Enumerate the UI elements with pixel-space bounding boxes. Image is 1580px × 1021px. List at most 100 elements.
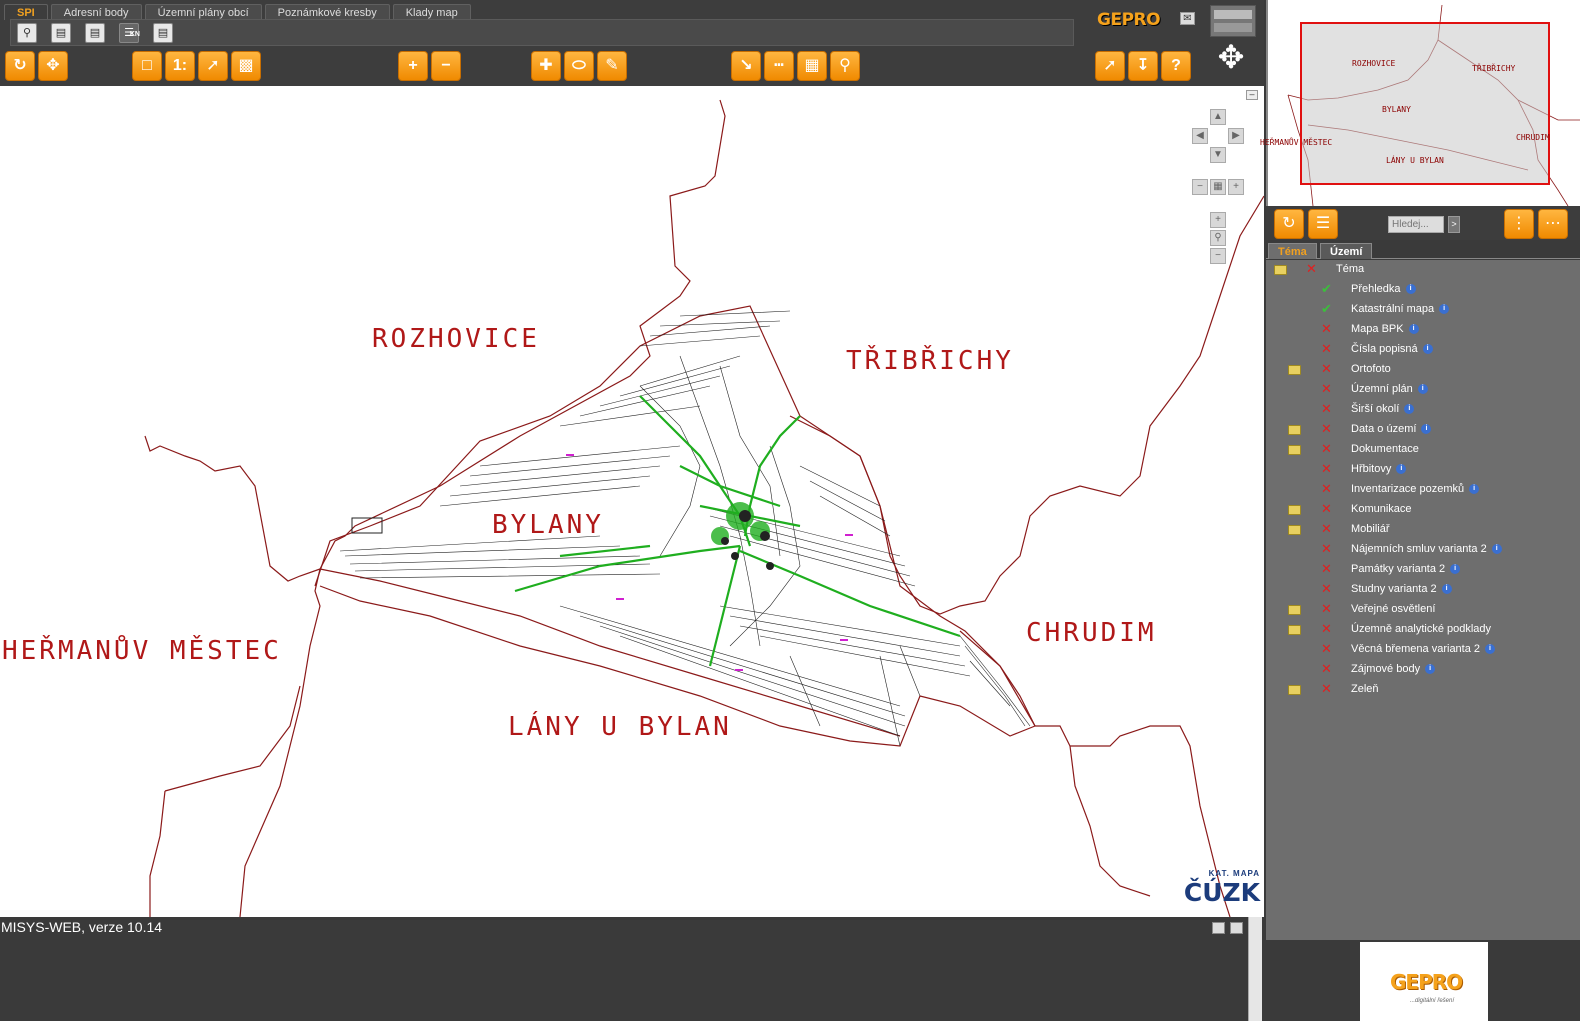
map-canvas[interactable]: ROZHOVICE TŘIBŘICHY BYLANY HEŘMANŮV MĚST… xyxy=(0,86,1264,917)
scale-icon[interactable]: 1: xyxy=(165,51,195,81)
report-icon[interactable]: ▤ xyxy=(153,23,173,43)
layer-item[interactable]: ✕ Zeleň xyxy=(1266,680,1580,700)
zoom-out-small-icon[interactable]: − xyxy=(1192,179,1208,195)
layer-item[interactable]: ✔ Přehledka i xyxy=(1266,280,1580,300)
draw-polygon-icon[interactable]: ⬭ xyxy=(564,51,594,81)
zoom-extent-icon[interactable]: □ xyxy=(132,51,162,81)
tab-adresni-body[interactable]: Adresní body xyxy=(50,4,142,20)
help-icon[interactable]: ? xyxy=(1161,51,1191,81)
layer-item[interactable]: ✕ Památky varianta 2i xyxy=(1266,560,1580,580)
pan-left-icon[interactable]: ◀ xyxy=(1192,128,1208,144)
measure-distance-icon[interactable]: ┅ xyxy=(764,51,794,81)
layer-item[interactable]: ✕ Hřbitovy i xyxy=(1266,460,1580,480)
folder-icon[interactable] xyxy=(1288,525,1301,535)
layer-item[interactable]: ✕ Studny varianta 2i xyxy=(1266,580,1580,600)
zoom-in-small-icon[interactable]: + xyxy=(1228,179,1244,195)
layer-item[interactable]: ✕ Územně analytické podklady xyxy=(1266,620,1580,640)
hidden-cross-icon[interactable]: ✕ xyxy=(1321,401,1332,417)
save-icon[interactable]: ↧ xyxy=(1128,51,1158,81)
layer-item[interactable]: ✕ Mapa BPK i xyxy=(1266,320,1580,340)
tab-spi[interactable]: SPI xyxy=(4,4,48,20)
tab-klady-map[interactable]: Klady map xyxy=(392,4,471,20)
hidden-cross-icon[interactable]: ✕ xyxy=(1321,541,1332,557)
hidden-cross-icon[interactable]: ✕ xyxy=(1321,641,1332,657)
info-icon[interactable]: i xyxy=(1405,284,1416,295)
pan-right-icon[interactable]: ▶ xyxy=(1228,128,1244,144)
hidden-cross-icon[interactable]: ✕ xyxy=(1321,681,1332,697)
hidden-cross-icon[interactable]: ✕ xyxy=(1321,621,1332,637)
scale-widget[interactable] xyxy=(1210,5,1256,37)
layer-item[interactable]: ✕ Územní plán i xyxy=(1266,380,1580,400)
layer-item[interactable]: ✕ Data o území i xyxy=(1266,420,1580,440)
info-icon[interactable]: i xyxy=(1491,544,1502,555)
zoom-full-icon[interactable]: ▦ xyxy=(1210,179,1226,195)
list-icon[interactable]: ☰ xyxy=(1308,209,1338,239)
visible-check-icon[interactable]: ✔ xyxy=(1321,281,1332,297)
search-go-button[interactable]: > xyxy=(1448,216,1460,233)
select-point-icon[interactable]: ✥ xyxy=(38,51,68,81)
folder-icon[interactable] xyxy=(1288,425,1301,435)
info-icon[interactable]: i xyxy=(1404,404,1415,415)
edit-note-icon[interactable]: ✎ xyxy=(597,51,627,81)
layer-item[interactable]: ✕ Věcná břemena varianta 2i xyxy=(1266,640,1580,660)
layer-item[interactable]: ✕ Mobiliář xyxy=(1266,520,1580,540)
hidden-cross-icon[interactable]: ✕ xyxy=(1306,261,1317,277)
zoom-slider-plus-icon[interactable]: + xyxy=(1210,212,1226,228)
folder-icon[interactable] xyxy=(1288,685,1301,695)
measure-icon[interactable]: ➚ xyxy=(198,51,228,81)
document-list-icon[interactable]: ▤ xyxy=(85,23,105,43)
search-icon[interactable]: ⚲ xyxy=(17,23,37,43)
tab-uzemi[interactable]: Území xyxy=(1320,243,1373,259)
info-icon[interactable]: i xyxy=(1485,644,1496,655)
mail-icon[interactable]: ✉ xyxy=(1180,12,1195,25)
folder-icon[interactable] xyxy=(1288,605,1301,615)
add-point-icon[interactable]: ✚ xyxy=(531,51,561,81)
hidden-cross-icon[interactable]: ✕ xyxy=(1321,581,1332,597)
info-icon[interactable]: i xyxy=(1396,464,1407,475)
info-icon[interactable]: i xyxy=(1422,344,1433,355)
identify-icon[interactable]: ↘ xyxy=(731,51,761,81)
info-icon[interactable]: i xyxy=(1439,304,1450,315)
info-icon[interactable]: i xyxy=(1408,324,1419,335)
hidden-cross-icon[interactable]: ✕ xyxy=(1321,361,1332,377)
overview-map[interactable]: ROZHOVICE TŘIBŘICHY BYLANY HEŘMANŮV MĚST… xyxy=(1260,0,1580,206)
hidden-cross-icon[interactable]: ✕ xyxy=(1321,381,1332,397)
hidden-cross-icon[interactable]: ✕ xyxy=(1321,601,1332,617)
info-icon[interactable]: i xyxy=(1450,564,1461,575)
visible-check-icon[interactable]: ✔ xyxy=(1321,301,1332,317)
hidden-cross-icon[interactable]: ✕ xyxy=(1321,441,1332,457)
find-icon[interactable]: ⚲ xyxy=(830,51,860,81)
tab-poznamkove-kresby[interactable]: Poznámkové kresby xyxy=(264,4,390,20)
zoom-slider-minus-icon[interactable]: − xyxy=(1210,248,1226,264)
hidden-cross-icon[interactable]: ✕ xyxy=(1321,461,1332,477)
folder-icon[interactable] xyxy=(1288,445,1301,455)
refresh-view-icon[interactable]: ↻ xyxy=(1274,209,1304,239)
hidden-cross-icon[interactable]: ✕ xyxy=(1321,421,1332,437)
layer-item[interactable]: ✔ Katastrální mapa i xyxy=(1266,300,1580,320)
copy-icon[interactable] xyxy=(1212,922,1225,934)
folder-icon[interactable] xyxy=(1288,365,1301,375)
info-icon[interactable]: i xyxy=(1421,424,1432,435)
collapse-tree-icon[interactable]: ⋯ xyxy=(1538,209,1568,239)
layer-item[interactable]: ✕ Komunikace xyxy=(1266,500,1580,520)
select-area-icon[interactable]: ↻ xyxy=(5,51,35,81)
folder-icon[interactable] xyxy=(1288,505,1301,515)
kn-report-icon[interactable]: ☰ KN xyxy=(119,23,140,43)
layer-item[interactable]: ✕ Čísla popisná i xyxy=(1266,340,1580,360)
hidden-cross-icon[interactable]: ✕ xyxy=(1321,661,1332,677)
layer-item[interactable]: ✕ Veřejné osvětlení xyxy=(1266,600,1580,620)
hidden-cross-icon[interactable]: ✕ xyxy=(1321,341,1332,357)
layer-item[interactable]: ✕ Dokumentace xyxy=(1266,440,1580,460)
layer-root[interactable]: ✕ Téma xyxy=(1266,260,1580,280)
pan-down-icon[interactable]: ▼ xyxy=(1210,147,1226,163)
zoom-out-icon[interactable]: − xyxy=(431,51,461,81)
zoom-in-icon[interactable]: + xyxy=(398,51,428,81)
layer-item[interactable]: ✕ Inventarizace pozemků i xyxy=(1266,480,1580,500)
hidden-cross-icon[interactable]: ✕ xyxy=(1321,321,1332,337)
tab-uzemni-plany[interactable]: Územní plány obcí xyxy=(144,4,262,20)
layer-item[interactable]: ✕ Zájmové body i xyxy=(1266,660,1580,680)
document-icon[interactable]: ▤ xyxy=(51,23,71,43)
hidden-cross-icon[interactable]: ✕ xyxy=(1321,521,1332,537)
info-icon[interactable]: i xyxy=(1417,384,1428,395)
search-input[interactable] xyxy=(1388,216,1444,233)
